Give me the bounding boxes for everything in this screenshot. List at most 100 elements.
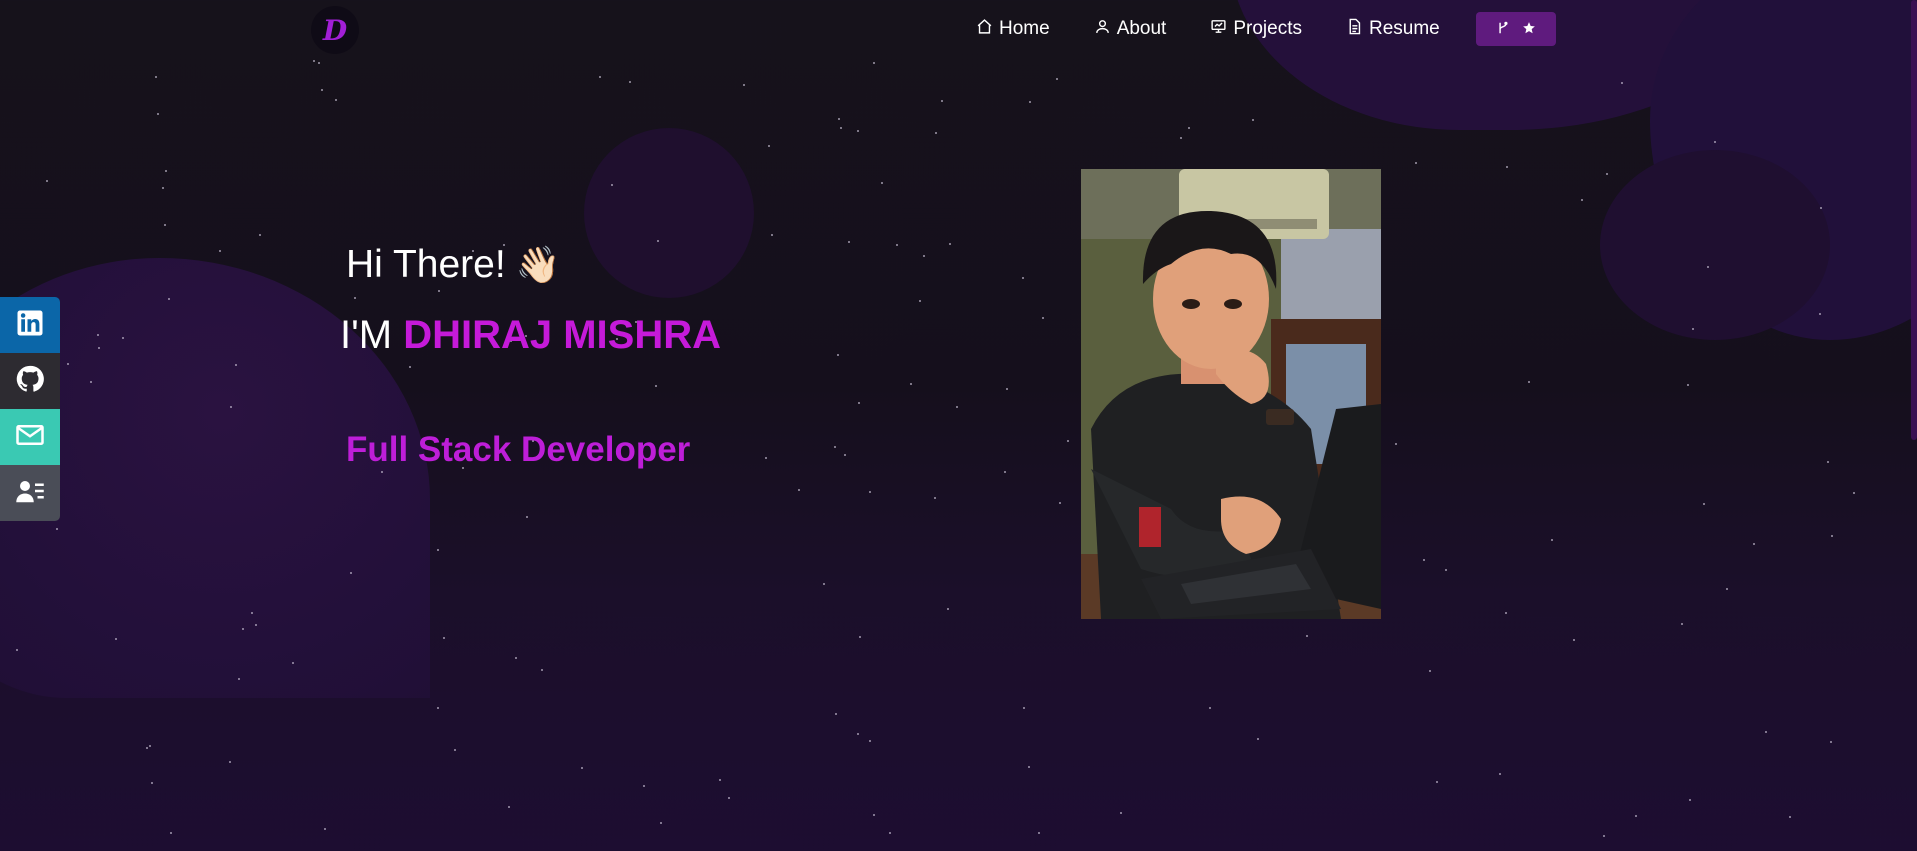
star xyxy=(599,76,601,78)
star xyxy=(873,62,875,64)
star xyxy=(660,822,662,824)
star xyxy=(1029,101,1031,103)
nav-home[interactable]: Home xyxy=(976,18,1050,41)
star xyxy=(151,782,153,784)
star xyxy=(162,187,164,189)
star xyxy=(1853,492,1855,494)
star xyxy=(858,402,860,404)
star xyxy=(146,747,148,749)
star xyxy=(1819,313,1821,315)
star xyxy=(869,740,871,742)
star xyxy=(1056,78,1058,80)
linkedin-link[interactable] xyxy=(0,297,60,353)
star xyxy=(935,132,937,134)
star xyxy=(1006,388,1008,390)
star xyxy=(1059,502,1061,504)
star xyxy=(67,363,69,365)
star xyxy=(835,713,837,715)
star xyxy=(844,454,846,456)
star xyxy=(354,297,356,299)
star xyxy=(857,130,859,132)
star xyxy=(251,612,253,614)
star xyxy=(90,381,92,383)
star xyxy=(655,385,657,387)
star xyxy=(97,334,99,336)
star xyxy=(873,814,875,816)
github-fork-button[interactable] xyxy=(1475,12,1556,46)
star xyxy=(98,347,100,349)
star xyxy=(834,446,836,448)
star xyxy=(629,81,631,83)
email-link[interactable] xyxy=(0,409,60,465)
star xyxy=(1820,207,1822,209)
star xyxy=(168,298,170,300)
star xyxy=(838,118,840,120)
star xyxy=(837,354,839,356)
star xyxy=(947,608,949,610)
star xyxy=(869,491,871,493)
star xyxy=(581,767,583,769)
navbar: Home About Projects Resume xyxy=(976,12,1556,46)
presentation-icon xyxy=(1210,18,1227,41)
star xyxy=(165,170,167,172)
star xyxy=(56,528,58,530)
star xyxy=(324,828,326,830)
star xyxy=(1004,471,1006,473)
star xyxy=(443,637,445,639)
star xyxy=(919,300,921,302)
star xyxy=(1505,612,1507,614)
document-icon xyxy=(1346,18,1363,41)
star xyxy=(1209,707,1211,709)
star xyxy=(848,241,850,243)
star xyxy=(956,406,958,408)
hero-role: Full Stack Developer xyxy=(346,430,691,469)
nav-about[interactable]: About xyxy=(1094,18,1166,41)
star xyxy=(1573,639,1575,641)
star xyxy=(859,636,861,638)
star xyxy=(1499,773,1501,775)
star xyxy=(910,383,912,385)
star xyxy=(437,707,439,709)
star xyxy=(1415,162,1417,164)
github-link[interactable] xyxy=(0,353,60,409)
star xyxy=(719,779,721,781)
home-icon xyxy=(976,18,993,41)
star-icon xyxy=(1522,20,1536,39)
star xyxy=(1827,461,1829,463)
star xyxy=(515,657,517,659)
star xyxy=(157,113,159,115)
star xyxy=(1692,328,1694,330)
git-fork-icon xyxy=(1496,20,1510,39)
github-icon xyxy=(15,364,45,398)
star xyxy=(657,240,659,242)
star xyxy=(1395,443,1397,445)
star xyxy=(1703,503,1705,505)
star xyxy=(1067,440,1069,442)
star xyxy=(1028,766,1030,768)
nav-projects[interactable]: Projects xyxy=(1210,18,1302,41)
star xyxy=(771,234,773,236)
star xyxy=(1188,127,1190,129)
star xyxy=(1714,141,1716,143)
star xyxy=(242,628,244,630)
star xyxy=(1423,559,1425,561)
star xyxy=(149,745,151,747)
nav-resume[interactable]: Resume xyxy=(1346,18,1440,41)
star xyxy=(155,76,157,78)
starfield xyxy=(0,0,1917,851)
social-sidebar xyxy=(0,297,60,521)
star xyxy=(611,184,613,186)
star xyxy=(350,572,352,574)
star xyxy=(1765,731,1767,733)
star xyxy=(1257,738,1259,740)
star xyxy=(1306,635,1308,637)
profile-illustration xyxy=(1081,169,1381,619)
star xyxy=(1528,381,1530,383)
star xyxy=(1831,535,1833,537)
star xyxy=(923,255,925,257)
page-scrollbar[interactable] xyxy=(1911,0,1917,440)
site-logo[interactable]: D xyxy=(311,6,359,54)
contact-link[interactable] xyxy=(0,465,60,521)
star xyxy=(235,364,237,366)
star xyxy=(840,127,842,129)
